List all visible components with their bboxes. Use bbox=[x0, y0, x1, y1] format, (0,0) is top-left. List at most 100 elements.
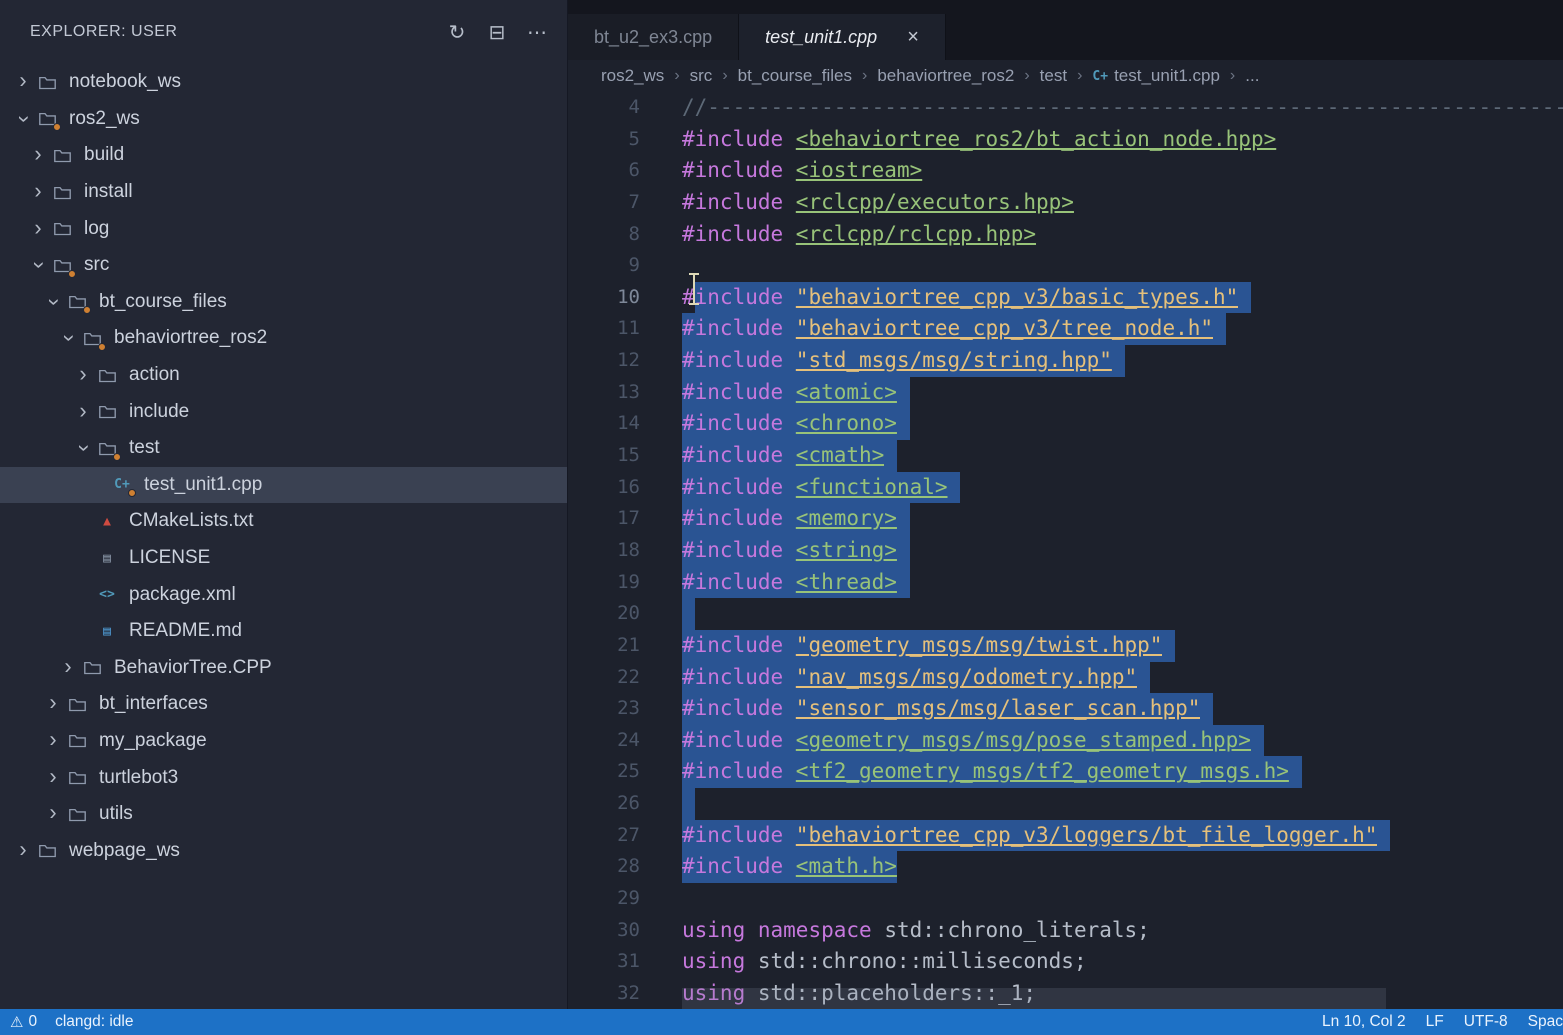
code-line-15[interactable]: 15#include <cmath> bbox=[568, 440, 1563, 472]
line-number[interactable]: 4 bbox=[568, 92, 640, 124]
tab-test_unit1.cpp[interactable]: test_unit1.cpp× bbox=[739, 14, 946, 60]
chevron-down-icon[interactable]: › bbox=[25, 253, 50, 278]
breadcrumb-item-...[interactable]: ... bbox=[1245, 66, 1259, 86]
collapse-folders-icon[interactable]: ⊟ bbox=[485, 20, 509, 45]
refresh-icon[interactable]: ↻ bbox=[445, 20, 469, 45]
language-server-status[interactable]: clangd: idle bbox=[55, 1013, 133, 1031]
tree-item-test[interactable]: ›test bbox=[0, 430, 567, 467]
line-number[interactable]: 13 bbox=[568, 377, 640, 409]
code-editor[interactable]: 4//-------------------------------------… bbox=[568, 92, 1563, 1009]
line-number[interactable]: 25 bbox=[568, 756, 640, 788]
tree-item-bt_interfaces[interactable]: ›bt_interfaces bbox=[0, 686, 567, 723]
problems-count[interactable]: ⚠0 bbox=[10, 1013, 37, 1031]
tree-item-build[interactable]: ›build bbox=[0, 137, 567, 174]
chevron-down-icon[interactable]: › bbox=[10, 106, 35, 131]
code-line-19[interactable]: 19#include <thread> bbox=[568, 567, 1563, 599]
code-line-5[interactable]: 5#include <behaviortree_ros2/bt_action_n… bbox=[568, 124, 1563, 156]
tree-item-my_package[interactable]: ›my_package bbox=[0, 723, 567, 760]
line-number[interactable]: 30 bbox=[568, 915, 640, 947]
line-number[interactable]: 5 bbox=[568, 124, 640, 156]
breadcrumb-item-test[interactable]: test bbox=[1040, 66, 1067, 86]
line-number[interactable]: 16 bbox=[568, 472, 640, 504]
chevron-down-icon[interactable]: › bbox=[40, 289, 65, 314]
code-line-22[interactable]: 22#include "nav_msgs/msg/odometry.hpp" bbox=[568, 662, 1563, 694]
tree-item-include[interactable]: ›include bbox=[0, 393, 567, 430]
breadcrumb-item-src[interactable]: src bbox=[690, 66, 713, 86]
code-line-26[interactable]: 26 bbox=[568, 788, 1563, 820]
tree-item-webpage_ws[interactable]: ›webpage_ws bbox=[0, 832, 567, 869]
line-number[interactable]: 29 bbox=[568, 883, 640, 915]
code-line-28[interactable]: 28#include <math.h> bbox=[568, 851, 1563, 883]
code-line-4[interactable]: 4//-------------------------------------… bbox=[568, 92, 1563, 124]
tree-item-LICENSE[interactable]: ›▤LICENSE bbox=[0, 540, 567, 577]
code-line-25[interactable]: 25#include <tf2_geometry_msgs/tf2_geomet… bbox=[568, 756, 1563, 788]
chevron-right-icon[interactable]: › bbox=[40, 765, 65, 790]
code-line-11[interactable]: 11#include "behaviortree_cpp_v3/tree_nod… bbox=[568, 313, 1563, 345]
line-number[interactable]: 7 bbox=[568, 187, 640, 219]
line-number[interactable]: 6 bbox=[568, 155, 640, 187]
code-line-8[interactable]: 8#include <rclcpp/rclcpp.hpp> bbox=[568, 219, 1563, 251]
tree-item-ros2_ws[interactable]: ›ros2_ws bbox=[0, 101, 567, 138]
tree-item-log[interactable]: ›log bbox=[0, 210, 567, 247]
line-number[interactable]: 14 bbox=[568, 408, 640, 440]
tree-item-bt_course_files[interactable]: ›bt_course_files bbox=[0, 284, 567, 321]
chevron-right-icon[interactable]: › bbox=[40, 728, 65, 753]
chevron-down-icon[interactable]: › bbox=[55, 326, 80, 351]
code-line-13[interactable]: 13#include <atomic> bbox=[568, 377, 1563, 409]
code-line-20[interactable]: 20 bbox=[568, 598, 1563, 630]
code-line-6[interactable]: 6#include <iostream> bbox=[568, 155, 1563, 187]
tree-item-README.md[interactable]: ›▤README.md bbox=[0, 613, 567, 650]
code-line-29[interactable]: 29 bbox=[568, 883, 1563, 915]
breadcrumb-item-ros2_ws[interactable]: ros2_ws bbox=[601, 66, 664, 86]
code-line-18[interactable]: 18#include <string> bbox=[568, 535, 1563, 567]
line-number[interactable]: 26 bbox=[568, 788, 640, 820]
line-number[interactable]: 28 bbox=[568, 851, 640, 883]
code-line-17[interactable]: 17#include <memory> bbox=[568, 503, 1563, 535]
tab-bt_u2_ex3.cpp[interactable]: bt_u2_ex3.cpp bbox=[568, 14, 739, 60]
chevron-right-icon[interactable]: › bbox=[40, 802, 65, 827]
tree-item-test_unit1.cpp[interactable]: ›C+test_unit1.cpp bbox=[0, 467, 567, 504]
line-number[interactable]: 15 bbox=[568, 440, 640, 472]
line-number[interactable]: 10 bbox=[568, 282, 640, 314]
line-number[interactable]: 19 bbox=[568, 567, 640, 599]
indentation-indicator[interactable]: Spac bbox=[1528, 1013, 1563, 1031]
chevron-right-icon[interactable]: › bbox=[55, 655, 80, 680]
tree-item-notebook_ws[interactable]: ›notebook_ws bbox=[0, 64, 567, 101]
line-number[interactable]: 32 bbox=[568, 978, 640, 1009]
line-number[interactable]: 11 bbox=[568, 313, 640, 345]
chevron-right-icon[interactable]: › bbox=[70, 362, 95, 387]
chevron-right-icon[interactable]: › bbox=[25, 143, 50, 168]
tree-item-action[interactable]: ›action bbox=[0, 357, 567, 394]
code-line-10[interactable]: 10#include "behaviortree_cpp_v3/basic_ty… bbox=[568, 282, 1563, 314]
line-number[interactable]: 27 bbox=[568, 820, 640, 852]
breadcrumb-item-test_unit1.cpp[interactable]: C+test_unit1.cpp bbox=[1092, 66, 1220, 86]
code-line-24[interactable]: 24#include <geometry_msgs/msg/pose_stamp… bbox=[568, 725, 1563, 757]
chevron-right-icon[interactable]: › bbox=[10, 70, 35, 95]
line-number[interactable]: 18 bbox=[568, 535, 640, 567]
line-number[interactable]: 21 bbox=[568, 630, 640, 662]
tree-item-install[interactable]: ›install bbox=[0, 174, 567, 211]
tree-item-BehaviorTree.CPP[interactable]: ›BehaviorTree.CPP bbox=[0, 650, 567, 687]
code-line-7[interactable]: 7#include <rclcpp/executors.hpp> bbox=[568, 187, 1563, 219]
line-number[interactable]: 22 bbox=[568, 662, 640, 694]
chevron-right-icon[interactable]: › bbox=[70, 399, 95, 424]
code-line-23[interactable]: 23#include "sensor_msgs/msg/laser_scan.h… bbox=[568, 693, 1563, 725]
code-line-30[interactable]: 30using namespace std::chrono_literals; bbox=[568, 915, 1563, 947]
breadcrumb-item-behaviortree_ros2[interactable]: behaviortree_ros2 bbox=[877, 66, 1014, 86]
line-number[interactable]: 9 bbox=[568, 250, 640, 282]
close-icon[interactable]: × bbox=[907, 26, 919, 49]
horizontal-scrollbar[interactable] bbox=[682, 988, 1386, 1009]
code-line-12[interactable]: 12#include "std_msgs/msg/string.hpp" bbox=[568, 345, 1563, 377]
tree-item-behaviortree_ros2[interactable]: ›behaviortree_ros2 bbox=[0, 320, 567, 357]
chevron-right-icon[interactable]: › bbox=[25, 179, 50, 204]
code-line-16[interactable]: 16#include <functional> bbox=[568, 472, 1563, 504]
chevron-down-icon[interactable]: › bbox=[70, 436, 95, 461]
encoding-indicator[interactable]: UTF-8 bbox=[1464, 1013, 1508, 1031]
tree-item-src[interactable]: ›src bbox=[0, 247, 567, 284]
tree-item-utils[interactable]: ›utils bbox=[0, 796, 567, 833]
more-actions-icon[interactable]: ⋯ bbox=[525, 20, 549, 45]
breadcrumb-item-bt_course_files[interactable]: bt_course_files bbox=[738, 66, 852, 86]
chevron-right-icon[interactable]: › bbox=[25, 216, 50, 241]
chevron-right-icon[interactable]: › bbox=[10, 838, 35, 863]
code-line-9[interactable]: 9 bbox=[568, 250, 1563, 282]
